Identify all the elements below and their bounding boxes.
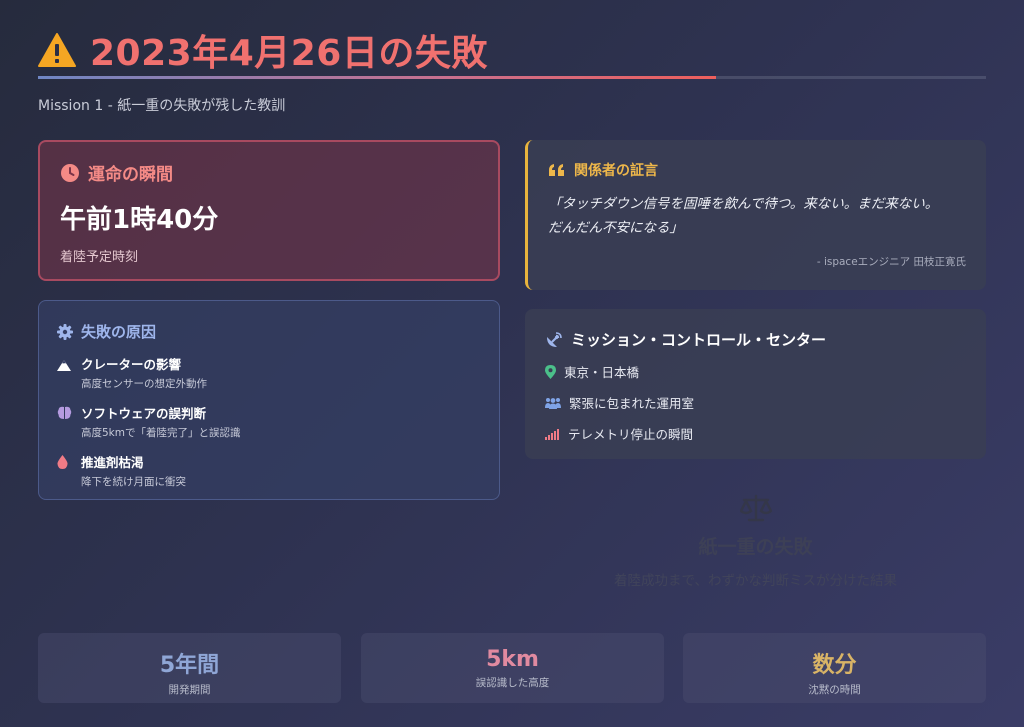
fate-card: 運命の瞬間 午前1時40分 着陸予定時刻 [38,140,500,281]
page-title: 2023年4月26日の失敗 [90,33,488,74]
stat-value: 5km [486,647,539,672]
users-icon [545,397,561,409]
stat-silence: 数分 沈黙の時間 [683,633,986,703]
stat-development: 5年間 開発期間 [38,633,341,703]
balance-title: 紙一重の失敗 [698,536,813,558]
balance-scale-icon [738,494,773,522]
title-progress-fill [38,76,716,79]
warning-icon [38,33,76,67]
testimony-card: 関係者の証言 「タッチダウン信号を固唾を飲んで待つ。来ない。まだ来ない。 だんだ… [525,140,986,290]
stat-label: 沈黙の時間 [808,684,861,696]
fate-heading: 運命の瞬間 [88,165,173,185]
mission-item-text: 緊張に包まれた運用室 [569,396,695,411]
mission-item-telemetry: テレメトリ停止の瞬間 [545,424,966,443]
balance-desc: 着陸成功まで、わずかな判断ミスが分けた結果 [614,573,897,589]
mission-item-text: テレメトリ停止の瞬間 [568,427,694,442]
header: 2023年4月26日の失敗 [38,24,488,76]
signal-icon [545,428,559,440]
balance-callout: 紙一重の失敗 着陸成功まで、わずかな判断ミスが分けた結果 [525,494,986,589]
map-pin-icon [545,364,556,379]
mission-item-location: 東京・日本橋 [545,362,966,381]
cause-item-propellant: 推進剤枯渇 降下を続け月面に衝突 [57,452,481,489]
stat-value: 数分 [812,653,857,678]
stat-altitude: 5km 誤認識した高度 [361,633,664,703]
cause-item-crater: クレーターの影響 高度センサーの想定外動作 [57,354,481,391]
clock-icon [61,163,79,182]
drop-icon [57,455,68,469]
satellite-dish-icon [547,331,562,347]
testimony-line-2: だんだん不安になる」 [548,220,683,236]
stat-label: 開発期間 [168,684,211,696]
quote-icon [549,164,564,176]
cause-item-desc: 高度センサーの想定外動作 [81,378,207,390]
mission-heading: ミッション・コントロール・センター [571,331,827,349]
testimony-line-1: 「タッチダウン信号を固唾を飲んで待つ。来ない。まだ来ない。 [548,196,939,212]
testimony-text: 「タッチダウン信号を固唾を飲んで待つ。来ない。まだ来ない。 だんだん不安になる」 [548,192,966,240]
cause-item-software: ソフトウェアの誤判断 高度5kmで「着陸完了」と誤認識 [57,403,481,440]
fate-time: 午前1時40分 [60,205,219,235]
brain-icon [57,406,72,419]
stat-value: 5年間 [159,653,220,678]
page-subtitle: Mission 1 - 紙一重の失敗が残した教訓 [38,98,286,114]
testimony-author: - ispaceエンジニア 田枝正寛氏 [816,256,966,268]
cause-item-title: 推進剤枯渇 [81,455,144,470]
cause-heading: 失敗の原因 [81,323,157,341]
fate-caption: 着陸予定時刻 [60,250,139,265]
title-progress-rule [38,76,986,79]
mission-item-text: 東京・日本橋 [564,365,640,380]
cause-item-title: クレーターの影響 [81,357,182,372]
cause-item-desc: 降下を続け月面に衝突 [81,476,186,488]
testimony-heading: 関係者の証言 [574,163,658,179]
cause-item-title: ソフトウェアの誤判断 [81,406,207,421]
gear-icon [57,323,73,340]
stat-label: 誤認識した高度 [475,677,550,689]
mission-control-card: ミッション・コントロール・センター 東京・日本橋 緊張に包まれた運用室 テレメト… [525,309,986,459]
cause-card: 失敗の原因 クレーターの影響 高度センサーの想定外動作 ソフトウェアの誤判断 高… [38,300,500,500]
mountain-icon [57,360,71,371]
mission-item-room: 緊張に包まれた運用室 [545,393,966,412]
cause-item-desc: 高度5kmで「着陸完了」と誤認識 [81,427,241,439]
